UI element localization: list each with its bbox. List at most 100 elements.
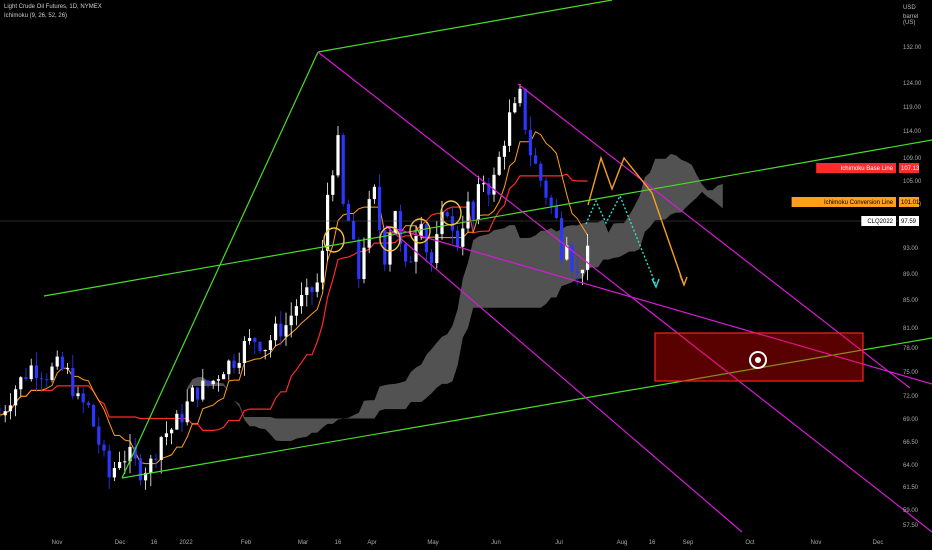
candle-body [180,413,184,423]
candle-body [560,218,564,260]
candle-body [149,458,153,473]
candle-body [523,88,527,130]
currency-label: USD [903,5,916,11]
candle-body [518,88,522,104]
unit-label: barrel (US) [903,14,919,26]
candle-body [19,377,23,390]
candle-body [112,468,116,478]
candle-body [372,186,376,200]
candle-body [3,411,7,416]
symbol-title[interactable]: Light Crude Oil Futures, 1D, NYMEX [4,4,102,10]
time-tick-label: Jun [491,540,501,546]
candle-body [258,341,262,352]
time-tick-label: Aug [617,540,628,546]
candle-body [466,201,470,229]
candle-body [190,387,194,402]
rally-line [121,51,319,479]
candle-body [253,337,257,342]
price-tick-label: 132.00 [903,45,922,51]
target-icon-center [755,357,761,363]
price-chart[interactable]: 132.00 124.00 119.00 114.00 109.00 105.00 101.… [0,0,932,550]
candle-body [211,380,215,385]
candle-body [60,356,64,370]
candle-body [279,323,283,337]
time-tick-label: Mar [298,540,308,546]
time-tick-label: Dec [115,540,126,546]
base-line-badge-label: Ichimoku Base Line [841,166,894,172]
candle-body [138,458,142,481]
time-tick-label: 2022 [179,540,193,546]
candle-body [289,315,293,326]
candle-body [461,228,465,247]
last-price-badge-label: CLQ2022 [867,219,893,225]
candle-body [378,186,382,231]
candle-body [362,247,366,280]
candle-body [66,367,70,370]
candle-body [76,393,80,397]
candle-body [24,377,28,380]
time-tick-label: Dec [873,540,884,546]
candle-body [263,349,267,352]
candle-body [248,337,252,341]
price-tick-label: 81.00 [903,326,919,332]
candle-body [8,405,12,412]
pitchfork-top-line [317,0,613,53]
projection-arrow-up [679,274,688,287]
candle-body [237,363,241,368]
candle-body [268,340,272,350]
candle-body [81,393,85,403]
price-axis[interactable]: 132.00 124.00 119.00 114.00 109.00 105.00 101.… [903,45,922,529]
candle-body [544,180,548,198]
price-tick-label: 85.00 [903,298,919,304]
price-tick-label: 75.00 [903,370,919,376]
time-axis[interactable]: Nov Dec 16 2022 Feb Mar 16 Apr May Jun Jul Aug 16 Sep… [52,540,884,546]
candle-body [471,201,475,220]
candle-body [450,216,454,231]
price-tick-label: 69.00 [903,417,919,423]
price-tick-label: 72.00 [903,394,919,400]
candle-body [164,433,168,438]
time-tick-label: Nov [52,540,63,546]
candle-body [430,252,434,264]
conversion-line-badge-label: Ichimoku Conversion Line [824,200,894,206]
candle-body [50,366,54,381]
candle-body [123,461,127,463]
time-tick-label: 16 [151,540,158,546]
candle-body [575,271,579,274]
indicator-title[interactable]: Ichimoku (9, 26, 52, 26) [4,13,67,19]
price-tick-label: 105.00 [903,179,922,185]
target-zone [654,332,864,382]
candle-body [346,203,350,221]
candle-body [388,233,392,265]
time-tick-label: Sep [683,540,694,546]
candle-body [456,230,460,247]
candle-body [97,426,101,445]
channel-upper [317,51,932,533]
time-tick-label: 16 [649,540,656,546]
candle-body [539,163,543,181]
candle-body [404,244,408,262]
candle-body [513,103,517,113]
candle-body [352,220,356,240]
candle-body [409,261,413,263]
time-tick-label: May [427,540,438,546]
candle-body [107,450,111,478]
candle-body [242,340,246,364]
price-tick-label: 114.00 [903,129,922,135]
price-tick-label: 89.00 [903,272,919,278]
price-tick-label: 61.50 [903,485,919,491]
candle-body [367,199,371,248]
candle-body [445,212,449,217]
candle-body [222,374,226,380]
trend-drawings [0,0,932,533]
time-tick-label: 16 [335,540,342,546]
candle-body [159,437,163,460]
candle-body [305,287,309,295]
candle-body [549,197,553,207]
candle-body [508,112,512,146]
candle-body [528,129,532,156]
candle-body [170,429,174,434]
candle-body [315,282,319,292]
candle-body [320,250,324,283]
candle-body [331,175,335,195]
